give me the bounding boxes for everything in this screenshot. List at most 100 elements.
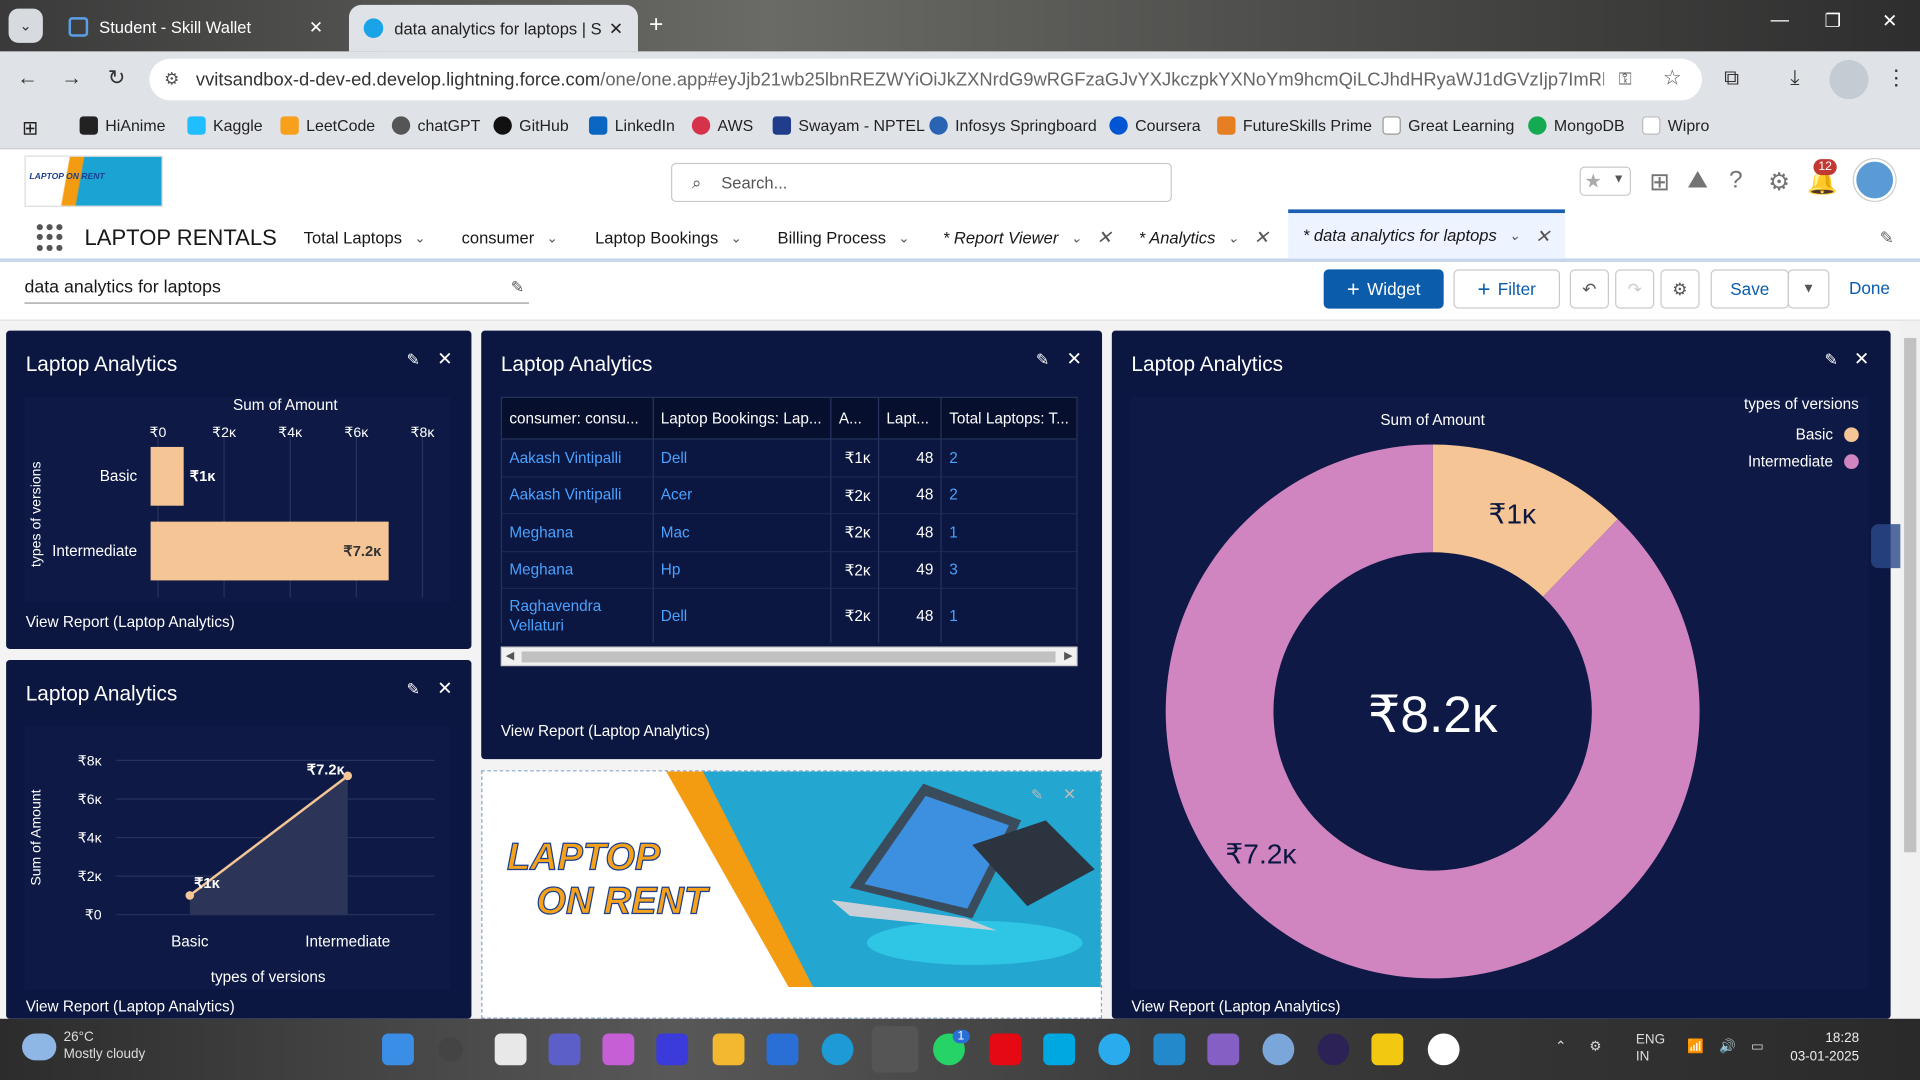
chevron-down-icon[interactable]: ⌄ bbox=[1071, 230, 1082, 246]
edit-widget-pencil-icon[interactable]: ✎ bbox=[1031, 786, 1043, 803]
consumer-link[interactable]: Meghana bbox=[500, 513, 654, 552]
profile-avatar[interactable] bbox=[1829, 60, 1869, 100]
column-header[interactable]: consumer: consu... bbox=[500, 396, 654, 440]
password-key-icon[interactable]: ⚿ bbox=[1619, 69, 1632, 90]
view-report-link[interactable]: View Report (Laptop Analytics) bbox=[26, 998, 235, 1015]
weather-widget[interactable]: 26°C Mostly cloudy bbox=[64, 1029, 146, 1063]
teams-icon[interactable] bbox=[548, 1033, 581, 1066]
tab-report-viewer[interactable]: * Report Viewer ⌄ ✕ bbox=[943, 213, 1112, 262]
column-header[interactable]: A... bbox=[830, 396, 880, 440]
bookmark-wipro[interactable]: Wipro bbox=[1642, 116, 1709, 135]
edit-nav-pencil-icon[interactable]: ✎ bbox=[1880, 228, 1894, 249]
consumer-link[interactable]: Aakash Vintipalli bbox=[500, 475, 654, 514]
booking-link[interactable]: Acer bbox=[652, 475, 832, 514]
scroll-thumb[interactable] bbox=[521, 651, 1056, 663]
minimize-icon[interactable]: — bbox=[1771, 10, 1789, 31]
windows-start-icon[interactable] bbox=[382, 1033, 414, 1066]
help-icon[interactable]: ? bbox=[1729, 167, 1743, 195]
page-vertical-scrollbar[interactable] bbox=[1900, 320, 1920, 1019]
legend-swatch[interactable] bbox=[1844, 454, 1859, 469]
visual-studio-icon[interactable] bbox=[1207, 1033, 1240, 1066]
battery-icon[interactable]: ▭ bbox=[1751, 1038, 1764, 1055]
reload-icon[interactable]: ↻ bbox=[108, 66, 125, 90]
url-input[interactable]: ⚙ vvitsandbox-d-dev-ed.develop.lightning… bbox=[149, 58, 1703, 101]
vscode-icon[interactable] bbox=[1153, 1033, 1186, 1066]
remove-widget-close-icon[interactable]: ✕ bbox=[1067, 348, 1082, 370]
bookmark-leetcode[interactable]: LeetCode bbox=[280, 116, 375, 135]
total-laptops-link[interactable]: 2 bbox=[940, 438, 1078, 477]
side-panel-handle[interactable] bbox=[1871, 524, 1901, 569]
power-bi-icon[interactable] bbox=[1371, 1033, 1404, 1066]
chevron-down-icon[interactable]: ⌄ bbox=[898, 230, 909, 246]
global-actions-icon[interactable]: ⊞ bbox=[1649, 167, 1670, 198]
bookmark-star-icon[interactable]: ☆ bbox=[1663, 66, 1682, 90]
chevron-down-icon[interactable]: ⌄ bbox=[414, 230, 425, 246]
chevron-down-icon[interactable]: ⌄ bbox=[731, 230, 742, 246]
bookmark-chatgpt[interactable]: chatGPT bbox=[391, 116, 480, 135]
bar[interactable] bbox=[150, 446, 184, 506]
app-launcher-icon[interactable] bbox=[36, 224, 64, 251]
bookmark-coursera[interactable]: Coursera bbox=[1109, 116, 1201, 135]
bookmark-linkedin[interactable]: LinkedIn bbox=[588, 116, 675, 135]
close-tab-icon[interactable]: ✕ bbox=[309, 17, 323, 38]
bookmark-github[interactable]: GitHub bbox=[493, 116, 569, 135]
legend-swatch[interactable] bbox=[1844, 427, 1859, 443]
booking-link[interactable]: Dell bbox=[652, 438, 832, 477]
app-logo[interactable]: LAPTOP ON RENT bbox=[24, 155, 163, 207]
eclipse-icon[interactable] bbox=[1317, 1033, 1350, 1066]
bookmark-kaggle[interactable]: Kaggle bbox=[187, 116, 263, 135]
bookmark-futureskills[interactable]: FutureSkills Prime bbox=[1217, 116, 1372, 135]
browser-tab-skill-wallet[interactable]: Student - Skill Wallet ✕ bbox=[54, 7, 338, 46]
chevron-down-icon[interactable]: ⌄ bbox=[546, 230, 557, 246]
view-report-link[interactable]: View Report (Laptop Analytics) bbox=[1131, 998, 1340, 1015]
bookmark-mongodb[interactable]: MongoDB bbox=[1528, 116, 1625, 135]
tray-chevron-icon[interactable]: ⌃ bbox=[1555, 1038, 1566, 1055]
chevron-down-icon[interactable]: ⌄ bbox=[1509, 228, 1520, 244]
tab-laptop-bookings[interactable]: Laptop Bookings ⌄ bbox=[595, 213, 742, 262]
tab-billing-process[interactable]: Billing Process ⌄ bbox=[778, 213, 910, 262]
close-window-icon[interactable]: ✕ bbox=[1882, 10, 1897, 32]
chevron-down-icon[interactable]: ⌄ bbox=[1228, 230, 1239, 246]
close-tab-icon[interactable]: ✕ bbox=[1097, 227, 1112, 249]
consumer-link[interactable]: Raghavendra Vellaturi bbox=[500, 587, 654, 643]
global-search-input[interactable]: ⌕ Search... bbox=[671, 162, 1172, 203]
search-icon[interactable] bbox=[438, 1037, 463, 1062]
booking-link[interactable]: Mac bbox=[652, 513, 832, 552]
total-laptops-link[interactable]: 1 bbox=[940, 587, 1078, 643]
trailhead-icon[interactable]: ⛰ bbox=[1687, 167, 1708, 195]
close-tab-icon[interactable]: ✕ bbox=[609, 18, 623, 39]
close-tab-icon[interactable]: ✕ bbox=[1254, 227, 1269, 249]
scroll-left-icon[interactable]: ◀ bbox=[506, 649, 514, 662]
volume-icon[interactable]: 🔊 bbox=[1719, 1038, 1736, 1055]
setup-gear-icon[interactable]: ⚙ bbox=[1768, 167, 1790, 198]
view-report-link[interactable]: View Report (Laptop Analytics) bbox=[501, 722, 710, 739]
properties-button[interactable]: ⚙ bbox=[1660, 269, 1700, 309]
data-point[interactable] bbox=[185, 891, 195, 900]
prime-video-icon[interactable] bbox=[1043, 1033, 1076, 1066]
system-clock[interactable]: 18:28 03-01-2025 bbox=[1790, 1030, 1859, 1067]
table-horizontal-scrollbar[interactable]: ◀ ▶ bbox=[500, 646, 1078, 667]
total-laptops-link[interactable]: 2 bbox=[940, 475, 1078, 514]
language-indicator[interactable]: ENG IN bbox=[1636, 1031, 1665, 1065]
chrome-icon[interactable] bbox=[871, 1026, 919, 1073]
forward-icon[interactable]: → bbox=[61, 66, 82, 90]
tab-analytics[interactable]: * Analytics ⌄ ✕ bbox=[1139, 213, 1269, 262]
edit-widget-pencil-icon[interactable]: ✎ bbox=[1036, 350, 1049, 370]
tab-total-laptops[interactable]: Total Laptops ⌄ bbox=[304, 213, 426, 262]
dashboard-name-field[interactable]: data analytics for laptops ✎ bbox=[24, 278, 529, 304]
bookmark-infosys[interactable]: Infosys Springboard bbox=[929, 116, 1097, 135]
copilot-icon[interactable] bbox=[602, 1033, 635, 1066]
consumer-link[interactable]: Meghana bbox=[500, 550, 654, 589]
file-explorer-icon[interactable] bbox=[712, 1033, 745, 1066]
restore-icon[interactable]: ❐ bbox=[1824, 10, 1840, 32]
app-icon[interactable] bbox=[1427, 1033, 1460, 1066]
new-tab-button[interactable]: + bbox=[649, 11, 663, 39]
done-button[interactable]: Done bbox=[1849, 278, 1890, 298]
user-avatar[interactable] bbox=[1853, 159, 1896, 201]
redo-button[interactable]: ↷ bbox=[1615, 269, 1655, 309]
scroll-thumb[interactable] bbox=[1904, 337, 1917, 853]
save-button[interactable]: Save bbox=[1710, 269, 1789, 309]
site-info-icon[interactable]: ⚙ bbox=[164, 69, 179, 90]
tab-consumer[interactable]: consumer ⌄ bbox=[462, 213, 558, 262]
save-options-button[interactable]: ▼ bbox=[1787, 269, 1830, 309]
